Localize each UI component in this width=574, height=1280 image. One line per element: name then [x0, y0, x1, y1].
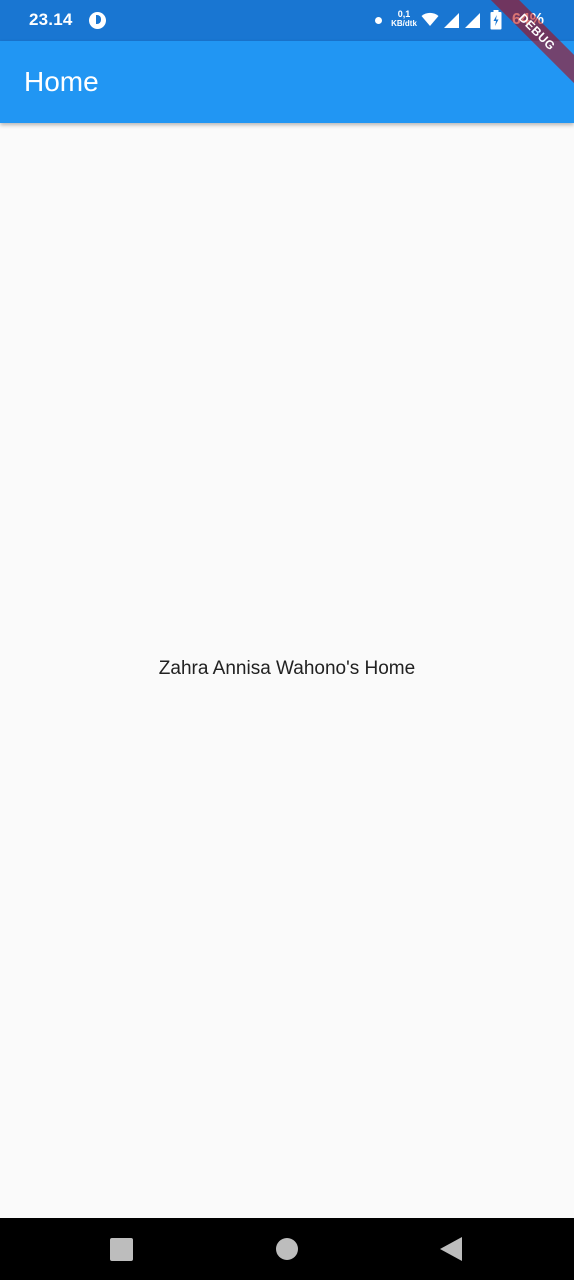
notification-dot-icon: [375, 17, 382, 24]
status-time: 23.14: [29, 10, 73, 29]
network-speed: 0,1 KB/dtk: [390, 9, 418, 29]
signal-icon: [444, 13, 459, 33]
screen: 23.14 0,1 KB/dtk DEBUG Home Zahra Annisa…: [0, 0, 574, 1280]
app-notification-icon: [89, 12, 106, 29]
back-icon[interactable]: [440, 1237, 462, 1266]
app-bar: Home: [0, 41, 574, 123]
home-icon[interactable]: [276, 1238, 298, 1260]
home-text: Zahra Annisa Wahono's Home: [158, 658, 416, 679]
page-title: Home: [24, 66, 99, 97]
recents-icon[interactable]: [110, 1238, 133, 1261]
signal-icon: [465, 13, 480, 33]
wifi-icon: [421, 12, 439, 32]
network-speed-value: 0,1: [397, 9, 411, 19]
network-speed-unit: KB/dtk: [391, 19, 417, 28]
battery-icon: [490, 10, 502, 35]
status-bar: 23.14 0,1 KB/dtk: [0, 0, 574, 41]
navigation-bar: [0, 1218, 574, 1280]
